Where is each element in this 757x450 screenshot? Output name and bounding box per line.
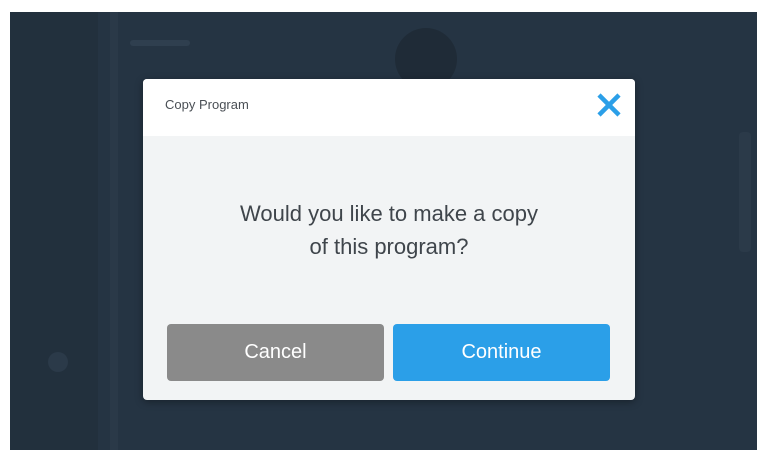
- cancel-button[interactable]: Cancel: [167, 324, 384, 381]
- dialog-title: Copy Program: [165, 97, 249, 112]
- dialog-header: Copy Program: [143, 79, 635, 136]
- background-header-mark: [130, 40, 190, 46]
- dialog-message: Would you like to make a copy of this pr…: [240, 201, 538, 259]
- background-divider: [110, 12, 118, 450]
- continue-button[interactable]: Continue: [393, 324, 610, 381]
- background-indicator: [48, 352, 68, 372]
- close-icon: [597, 93, 621, 117]
- copy-program-dialog: Copy Program Would you like to make a co…: [143, 79, 635, 400]
- close-button[interactable]: [593, 89, 625, 121]
- background-left-panel: [10, 12, 98, 450]
- background-scrollbar: [739, 132, 751, 252]
